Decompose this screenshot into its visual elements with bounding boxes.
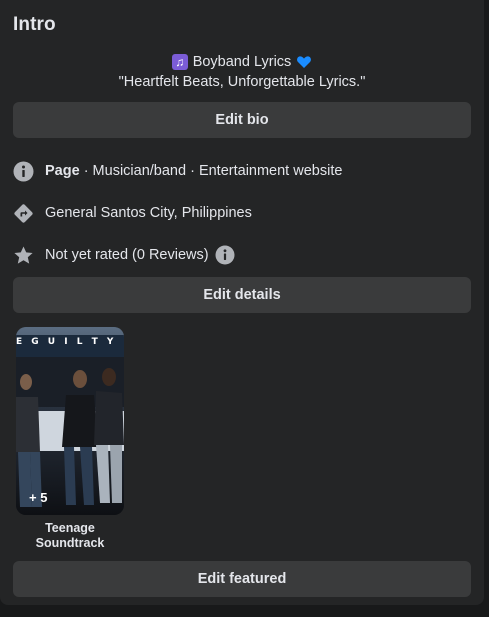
intro-card: Intro ♫ Boyband Lyrics "Heartfelt Beats,…: [0, 0, 484, 605]
bio-name-line: ♫ Boyband Lyrics: [0, 52, 484, 72]
edit-featured-button[interactable]: Edit featured: [13, 561, 471, 597]
bio-name: Boyband Lyrics: [192, 54, 292, 70]
featured-collection-thumbnail[interactable]: E G U I L T Y + 5: [16, 327, 124, 515]
star-icon: [13, 245, 34, 266]
featured-collection-name[interactable]: Teenage Soundtrack: [16, 521, 124, 551]
featured-extra-count: + 5: [29, 490, 48, 505]
location-row: General Santos City, Philippines: [13, 201, 252, 225]
category-text: Page · Musician/band · Entertainment web…: [45, 163, 342, 179]
intro-title: Intro: [13, 14, 56, 35]
rating-row: Not yet rated (0 Reviews): [13, 243, 235, 267]
location-text[interactable]: General Santos City, Philippines: [45, 205, 252, 221]
page-label: Page: [45, 163, 80, 179]
info-icon: [13, 161, 34, 182]
featured-banner-text: E G U I L T Y: [16, 337, 117, 347]
blue-heart-icon: [296, 54, 312, 70]
bio-tagline: "Heartfelt Beats, Unforgettable Lyrics.": [118, 74, 366, 90]
featured-photo: [16, 327, 124, 515]
scrollbar[interactable]: [484, 0, 489, 617]
rating-info-icon[interactable]: [215, 245, 235, 265]
category-list: · Musician/band · Entertainment website: [79, 163, 343, 179]
music-notes-icon: ♫: [171, 54, 188, 70]
directions-icon: [13, 203, 34, 224]
edit-details-button[interactable]: Edit details: [13, 277, 471, 313]
rating-text: Not yet rated (0 Reviews): [45, 247, 209, 263]
bio: ♫ Boyband Lyrics "Heartfelt Beats, Unfor…: [0, 52, 484, 92]
edit-bio-button[interactable]: Edit bio: [13, 102, 471, 138]
category-row: Page · Musician/band · Entertainment web…: [13, 159, 342, 183]
